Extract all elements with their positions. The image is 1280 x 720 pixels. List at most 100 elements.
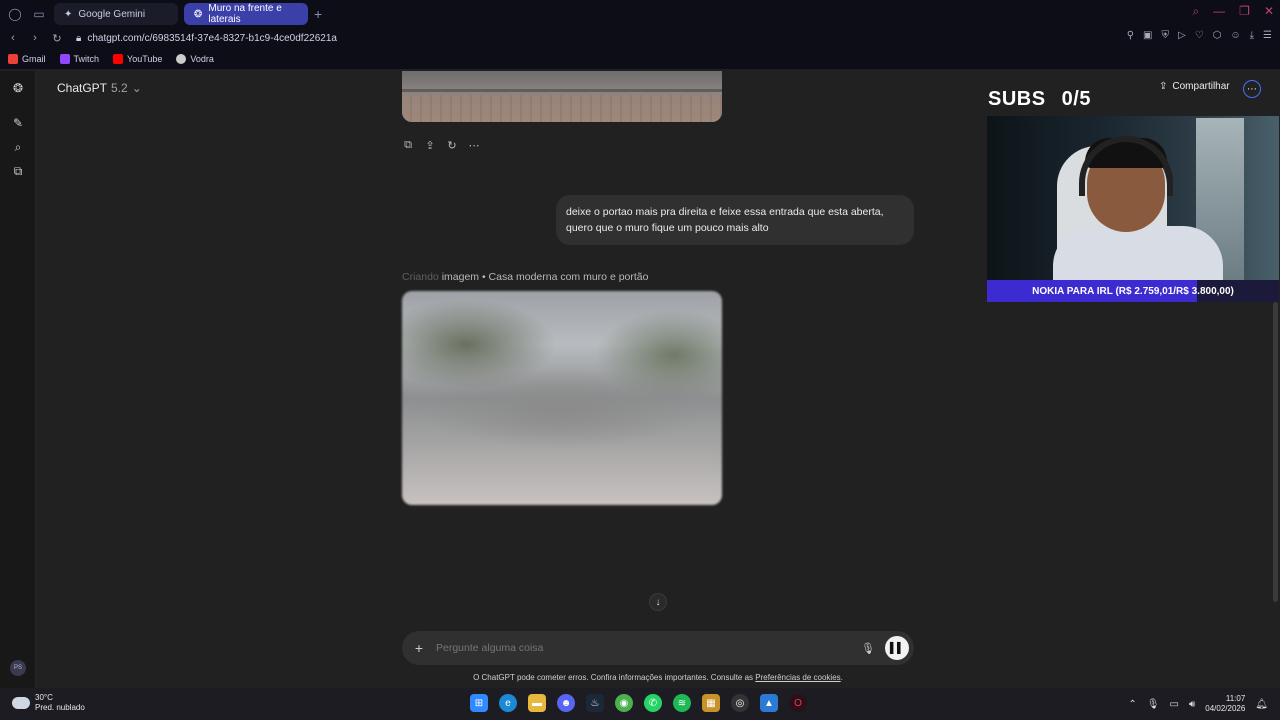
browser-tabbar: ◯ ▭ ✦ Google Gemini ❂ Muro na frente e l… bbox=[0, 0, 1280, 28]
weather-widget[interactable]: 30°C Pred. nublado bbox=[12, 693, 85, 713]
heart-icon[interactable]: ♡ bbox=[1195, 30, 1204, 41]
cam-person-shirt bbox=[1053, 226, 1223, 280]
webcam-overlay bbox=[987, 116, 1279, 280]
gemini-icon: ✦ bbox=[64, 8, 73, 20]
image-actions: ⧉ ⇪ ↻ ⋯ bbox=[402, 139, 480, 152]
disclaimer-end: . bbox=[840, 673, 843, 682]
model-selector[interactable]: ChatGPT 5.2 ⌄ bbox=[57, 81, 142, 95]
previous-generated-image[interactable] bbox=[402, 71, 722, 122]
tab-islands-icon[interactable]: ▭ bbox=[30, 5, 48, 23]
share-icon[interactable]: ⇪ bbox=[424, 139, 436, 152]
cookie-preferences-link[interactable]: Preferências de cookies bbox=[755, 673, 840, 682]
clock[interactable]: 11:07 04/02/2026 bbox=[1205, 694, 1245, 714]
windows-start-icon[interactable]: ⊞ bbox=[470, 694, 488, 712]
generating-image-preview bbox=[402, 291, 722, 505]
regenerate-icon[interactable]: ↻ bbox=[446, 139, 458, 152]
composer: + 🎙︎ ▌▌ bbox=[402, 631, 914, 665]
openai-logo-icon[interactable]: ❂ bbox=[9, 79, 27, 97]
whatsapp-icon[interactable]: ✆ bbox=[644, 694, 662, 712]
photos-icon[interactable]: ▲ bbox=[760, 694, 778, 712]
forward-icon[interactable]: › bbox=[26, 32, 44, 44]
prompt-input[interactable] bbox=[436, 642, 862, 654]
bookmark-gmail[interactable]: Gmail bbox=[8, 53, 46, 64]
minimize-icon[interactable]: — bbox=[1213, 4, 1225, 19]
close-icon[interactable]: ✕ bbox=[1264, 4, 1274, 19]
profile-icon[interactable]: ☺ bbox=[1230, 30, 1240, 41]
reload-icon[interactable]: ↻ bbox=[48, 32, 66, 45]
tray-mic-icon[interactable]: 🎙︎ bbox=[1147, 699, 1160, 710]
gmail-icon bbox=[8, 53, 18, 64]
network-icon[interactable]: ▭ bbox=[1169, 699, 1178, 710]
notifications-icon[interactable]: 🔔︎ bbox=[1255, 699, 1268, 710]
lock-icon: 🔒︎ bbox=[76, 32, 82, 44]
vodra-icon bbox=[176, 53, 187, 64]
microphone-icon[interactable]: 🎙︎ bbox=[861, 642, 875, 655]
image-road-stripe bbox=[402, 89, 722, 92]
chrome-icon[interactable]: ◉ bbox=[615, 694, 633, 712]
image-sidewalk bbox=[402, 95, 722, 122]
cloud-icon bbox=[12, 697, 30, 709]
shield-icon[interactable]: ⛨ bbox=[1161, 30, 1169, 41]
model-version: 5.2 bbox=[111, 81, 128, 95]
tab-label: Google Gemini bbox=[78, 8, 146, 20]
bookmark-youtube[interactable]: YouTube bbox=[113, 53, 162, 64]
bookmark-label: Vodra bbox=[190, 53, 214, 64]
library-icon[interactable]: ⧉ bbox=[9, 162, 27, 180]
pin-icon[interactable]: ⚲ bbox=[1127, 30, 1134, 41]
new-chat-icon[interactable]: ✎ bbox=[9, 114, 27, 132]
bookmark-label: Gmail bbox=[22, 53, 46, 64]
extensions-icon[interactable]: ⬡ bbox=[1213, 30, 1222, 41]
search-icon[interactable]: ⌕ bbox=[9, 138, 27, 156]
status-suffix: imagem • Casa moderna com muro e portão bbox=[441, 271, 649, 283]
opera-gx-icon[interactable]: O bbox=[789, 694, 807, 712]
screenshot-icon[interactable]: ▣ bbox=[1143, 30, 1152, 41]
bookmark-label: Twitch bbox=[73, 53, 100, 64]
back-icon[interactable]: ‹ bbox=[4, 32, 22, 44]
subs-label: SUBS bbox=[988, 88, 1046, 110]
window-controls: ⌕ — ❐ ✕ bbox=[1192, 4, 1274, 19]
discord-icon[interactable]: ☻ bbox=[557, 694, 575, 712]
windows-taskbar: 30°C Pred. nublado ⊞ e ▬ ☻ ♨ ◉ ✆ ≋ ▦ ◎ ▲… bbox=[0, 688, 1280, 720]
url-field[interactable]: 🔒︎ chatgpt.com/c/6983514f-37e4-8327-b1c9… bbox=[76, 33, 337, 44]
chatgpt-icon: ❂ bbox=[194, 8, 203, 20]
archive-app-icon[interactable]: ▦ bbox=[702, 694, 720, 712]
search-tabs-icon[interactable]: ⌕ bbox=[1192, 4, 1199, 19]
tab-label: Muro na frente e laterais bbox=[208, 3, 282, 25]
new-tab-button[interactable]: + bbox=[314, 6, 322, 22]
tray-chevron-icon[interactable]: ⌃ bbox=[1128, 699, 1136, 710]
attach-plus-icon[interactable]: + bbox=[402, 640, 436, 656]
edge-icon[interactable]: e bbox=[499, 694, 517, 712]
scroll-down-button[interactable]: ↓ bbox=[649, 593, 667, 611]
speaker-icon[interactable]: 🔊︎ bbox=[1189, 699, 1195, 710]
maximize-icon[interactable]: ❐ bbox=[1239, 4, 1250, 19]
disclaimer-text: O ChatGPT pode cometer erros. Confira in… bbox=[473, 673, 756, 682]
spotify-icon[interactable]: ≋ bbox=[673, 694, 691, 712]
conversation-options-button[interactable]: ⋯ bbox=[1243, 80, 1261, 98]
image-generation-status: Criando imagem • Casa moderna com muro e… bbox=[402, 271, 648, 283]
tab-chatgpt-active[interactable]: ❂ Muro na frente e laterais bbox=[184, 3, 308, 25]
opera-logo-icon[interactable]: ◯ bbox=[6, 5, 24, 23]
screen: ◯ ▭ ✦ Google Gemini ❂ Muro na frente e l… bbox=[0, 0, 1280, 720]
tab-google-gemini[interactable]: ✦ Google Gemini bbox=[54, 3, 178, 25]
scrollbar[interactable] bbox=[1273, 302, 1278, 602]
download-icon[interactable]: ⤓ bbox=[1250, 30, 1254, 41]
chevron-down-icon: ⌄ bbox=[131, 81, 142, 95]
steam-icon[interactable]: ♨ bbox=[586, 694, 604, 712]
disclaimer: O ChatGPT pode cometer erros. Confira in… bbox=[0, 673, 1280, 682]
more-icon[interactable]: ⋯ bbox=[468, 139, 480, 152]
clock-date: 04/02/2026 bbox=[1205, 704, 1246, 713]
bookmark-twitch[interactable]: Twitch bbox=[59, 53, 100, 64]
url-text: chatgpt.com/c/6983514f-37e4-8327-b1c9-4c… bbox=[87, 32, 337, 44]
file-explorer-icon[interactable]: ▬ bbox=[528, 694, 546, 712]
obs-icon[interactable]: ◎ bbox=[731, 694, 749, 712]
play-icon[interactable]: ▷ bbox=[1178, 30, 1186, 41]
weather-text: 30°C Pred. nublado bbox=[35, 693, 85, 713]
donation-goal-banner: NOKIA PARA IRL (R$ 2.759,01/R$ 3.800,00) bbox=[987, 280, 1279, 302]
copy-icon[interactable]: ⧉ bbox=[402, 139, 414, 152]
share-label: Compartilhar bbox=[1172, 81, 1230, 92]
voice-mode-button[interactable]: ▌▌ bbox=[885, 636, 909, 660]
menu-icon[interactable]: ☰ bbox=[1263, 30, 1272, 41]
youtube-icon bbox=[113, 53, 124, 64]
share-button[interactable]: ⇪ Compartilhar bbox=[1159, 81, 1230, 92]
bookmark-vodra[interactable]: Vodra bbox=[176, 53, 214, 64]
